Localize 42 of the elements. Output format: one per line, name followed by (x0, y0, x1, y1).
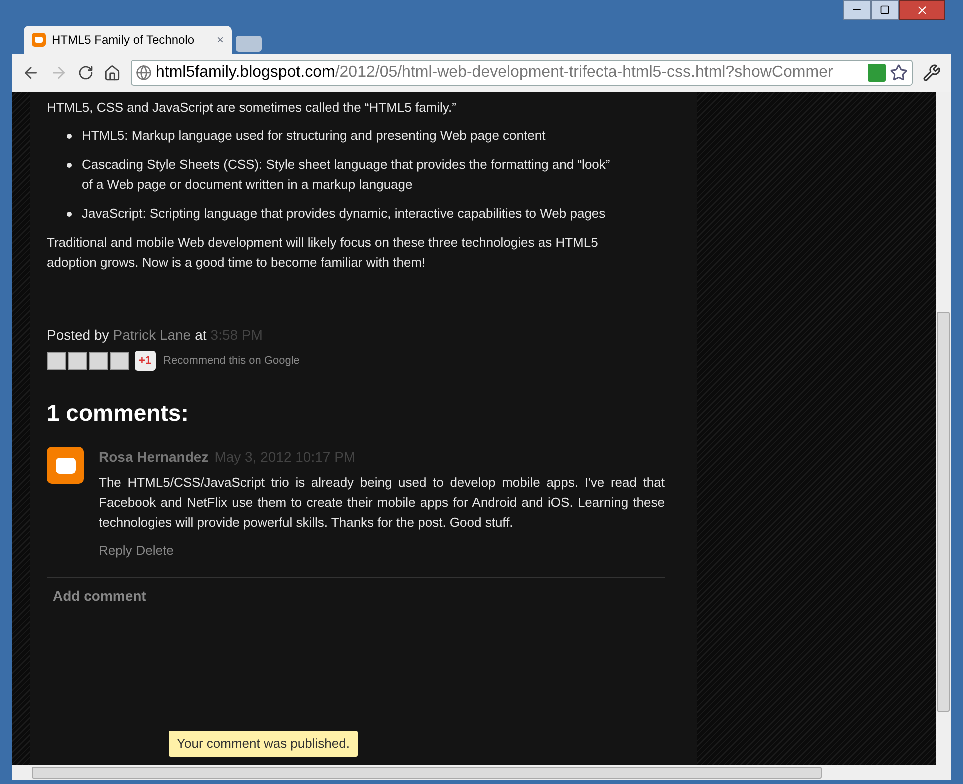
tab-title: HTML5 Family of Technolo (52, 32, 194, 49)
notification-toast: Your comment was published. (169, 731, 358, 757)
comment-action-link[interactable]: Delete (136, 541, 174, 561)
scrollbar-thumb[interactable] (32, 766, 822, 778)
posted-by-label: Posted by (47, 326, 110, 345)
post-paragraph: Traditional and mobile Web development will likely focus on these three technologies as HTML5 adoption grows. Now is a good time to become familiar with them! (47, 234, 600, 272)
horizontal-scrollbar[interactable] (12, 765, 951, 780)
comment-text: The HTML5/CSS/JavaScript trio is already being used to develop mobile apps. I've read that Facebook and NetFlix use them to create their mobile apps for Android and iOS. Learning these technologies will provide powerful skills. Thanks for the post. Good stuff. (99, 474, 665, 532)
comments-heading: 1 comments: (47, 403, 190, 423)
bullet-icon (67, 134, 72, 139)
recommend-text: Recommend this on Google (164, 354, 300, 369)
close-icon (916, 4, 928, 16)
url-text: html5family.blogspot.com/2012/05/html-web-development-trifecta-html5-css.html?showCommer (156, 63, 834, 83)
close-button[interactable] (899, 0, 945, 20)
bullet-icon (67, 212, 72, 217)
wrench-icon[interactable] (923, 64, 941, 82)
back-icon[interactable] (22, 64, 40, 82)
at-label: at (195, 326, 207, 345)
address-bar[interactable]: html5family.blogspot.com/2012/05/html-web-development-trifecta-html5-css.html?showCommer (131, 60, 913, 86)
maximize-button[interactable] (871, 0, 899, 20)
blogger-icon (32, 33, 46, 47)
maximize-icon (880, 5, 890, 15)
plus-one-button[interactable]: +1 (135, 351, 156, 371)
new-tab-button[interactable] (236, 36, 262, 52)
blogger-avatar-icon (47, 447, 84, 484)
add-comment-link[interactable]: Add comment (47, 588, 152, 604)
bullet-item: JavaScript: Scripting language that provides dynamic, interactive capabilities to Web pages (82, 205, 606, 223)
bullet-icon (67, 163, 72, 168)
scrollbar-thumb[interactable] (937, 312, 950, 712)
home-icon[interactable] (104, 64, 121, 82)
star-icon[interactable] (890, 64, 908, 82)
comment-author[interactable]: Rosa Hernandez (99, 447, 209, 467)
globe-icon (136, 65, 152, 81)
forward-icon[interactable] (50, 64, 68, 82)
reload-icon[interactable] (78, 65, 94, 81)
tab-close-button[interactable]: × (216, 31, 224, 49)
post-paragraph: HTML5, CSS and JavaScript are sometimes called the “HTML5 family.” (47, 99, 458, 117)
author-link[interactable]: Patrick Lane (113, 325, 192, 345)
browser-tab[interactable]: HTML5 Family of Technolo × (24, 26, 232, 54)
bullet-item: Cascading Style Sheets (CSS): Style sheet language that provides the formatting and “look” of a Web page or document written in a markup language (82, 156, 612, 194)
bullet-item: HTML5: Markup language used for structuring and presenting Web page content (82, 127, 546, 145)
comment-action-link[interactable]: Reply (99, 541, 132, 561)
